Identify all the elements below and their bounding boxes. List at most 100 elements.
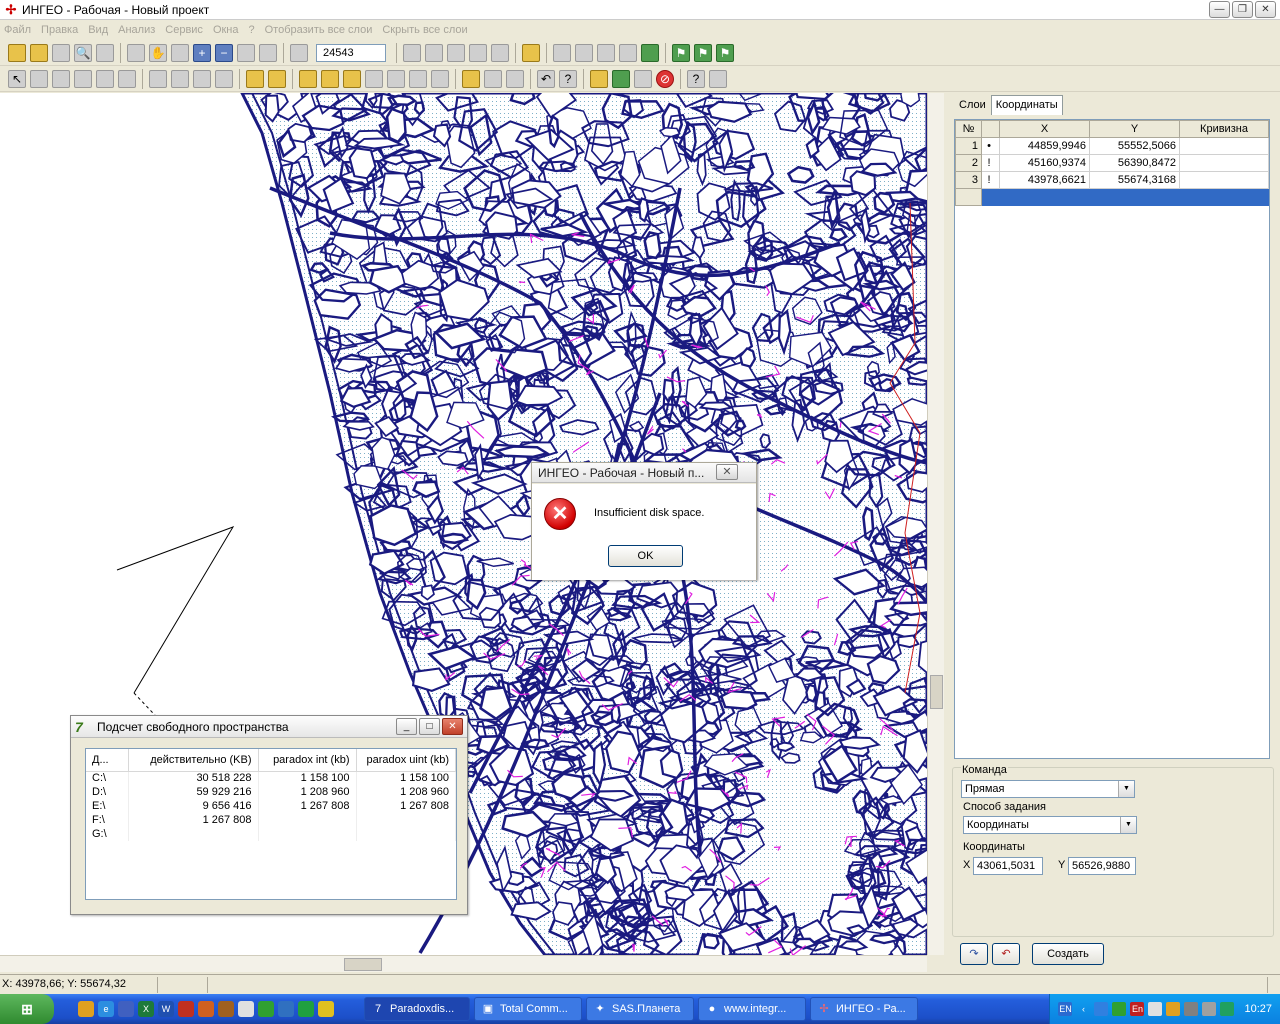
map-vertical-scrollbar[interactable] xyxy=(927,93,944,955)
tool-j-icon[interactable] xyxy=(641,43,659,62)
col-drive[interactable]: Д... xyxy=(86,749,129,772)
quicklaunch-icon[interactable] xyxy=(238,1001,254,1017)
free-space-list[interactable]: Д... действительно (KB) paradox int (kb)… xyxy=(85,748,457,900)
tab-coordinates[interactable]: Координаты xyxy=(990,95,1063,115)
select-add-icon[interactable] xyxy=(30,69,48,88)
ok-button[interactable]: OK xyxy=(608,545,683,567)
list-item[interactable]: C:\ 30 518 228 1 158 100 1 158 100 xyxy=(86,771,456,785)
undo-icon[interactable]: ↶ xyxy=(537,69,555,88)
tool-r-icon[interactable] xyxy=(365,69,383,88)
tool-z-icon[interactable] xyxy=(634,69,652,88)
tool-c-icon[interactable] xyxy=(447,43,465,62)
quicklaunch-icon[interactable] xyxy=(198,1001,214,1017)
create-button[interactable]: Создать xyxy=(1032,943,1104,965)
menu-hide-all-layers[interactable]: Скрыть все слои xyxy=(382,24,467,36)
keyboard-layout-icon[interactable]: En xyxy=(1130,1002,1145,1016)
menu-view[interactable]: Вид xyxy=(88,24,108,36)
close-button[interactable]: ✕ xyxy=(442,718,463,735)
quicklaunch-icon[interactable] xyxy=(218,1001,234,1017)
open-folder-icon[interactable] xyxy=(8,43,26,62)
tray-icon[interactable] xyxy=(1184,1002,1199,1016)
tool-e-icon[interactable] xyxy=(491,43,509,62)
tray-icon[interactable] xyxy=(1166,1002,1181,1016)
tool-s-icon[interactable] xyxy=(387,69,405,88)
start-button[interactable]: ⊞ xyxy=(0,994,54,1024)
tab-layers[interactable]: Слои xyxy=(954,95,991,115)
quicklaunch-icon[interactable] xyxy=(298,1001,314,1017)
tray-icon[interactable] xyxy=(1220,1002,1235,1016)
table-row[interactable]: 2 ! 45160,9374 56390,8472 xyxy=(955,154,1269,172)
tool-p-icon[interactable] xyxy=(321,69,339,88)
task-browser[interactable]: ● www.integr... xyxy=(698,997,806,1021)
tool-f-icon[interactable] xyxy=(553,43,571,62)
quicklaunch-icon[interactable] xyxy=(118,1001,134,1017)
col-paradox-int[interactable]: paradox int (kb) xyxy=(258,749,357,772)
quicklaunch-icon[interactable] xyxy=(78,1001,94,1017)
tray-icon[interactable] xyxy=(1112,1002,1127,1016)
search-icon[interactable]: 🔍 xyxy=(74,43,92,62)
minimize-button[interactable]: — xyxy=(1209,1,1230,18)
flag-b-icon[interactable]: ⚑ xyxy=(694,43,712,62)
stop-icon[interactable]: ⊘ xyxy=(656,69,674,88)
zoom-in-icon[interactable]: + xyxy=(193,43,211,62)
task-total-commander[interactable]: ▣ Total Comm... xyxy=(474,997,582,1021)
x-coordinate-input[interactable]: 43061,5031 xyxy=(973,857,1043,875)
map-horizontal-scrollbar[interactable] xyxy=(0,955,927,972)
method-select[interactable]: Координаты ▼ xyxy=(963,816,1137,834)
tool-h-icon[interactable] xyxy=(597,43,615,62)
tool-l-icon[interactable] xyxy=(171,69,189,88)
task-sas-planet[interactable]: ✦ SAS.Планета xyxy=(586,997,694,1021)
undo-button[interactable]: ↶ xyxy=(992,943,1020,965)
tool-w-icon[interactable] xyxy=(506,69,524,88)
task-ingeo[interactable]: ✢ ИНГЕО - Ра... xyxy=(810,997,918,1021)
tool-g-icon[interactable] xyxy=(575,43,593,62)
zoom-window-icon[interactable] xyxy=(171,43,189,62)
y-coordinate-input[interactable]: 56526,9880 xyxy=(1068,857,1136,875)
quicklaunch-icon[interactable] xyxy=(178,1001,194,1017)
menu-analysis[interactable]: Анализ xyxy=(118,24,155,36)
tool-i-icon[interactable] xyxy=(619,43,637,62)
task-paradoxdis[interactable]: 7 Paradoxdis... xyxy=(364,997,470,1021)
word-icon[interactable]: W xyxy=(158,1001,174,1017)
select-arrow-icon[interactable]: ↖ xyxy=(8,69,26,88)
speaker-icon[interactable] xyxy=(1202,1002,1217,1016)
list-item[interactable]: E:\ 9 656 416 1 267 808 1 267 808 xyxy=(86,799,456,813)
open-project-icon[interactable] xyxy=(30,43,48,62)
edit-object-icon[interactable] xyxy=(268,69,286,88)
table-row[interactable]: 3 ! 43978,6621 55674,3168 xyxy=(955,171,1269,189)
menu-help[interactable]: ? xyxy=(249,24,255,36)
scale-input[interactable] xyxy=(316,43,386,62)
flag-a-icon[interactable]: ⚑ xyxy=(672,43,690,62)
minimize-button[interactable]: _ xyxy=(396,718,417,735)
new-object-icon[interactable] xyxy=(246,69,264,88)
list-item[interactable]: G:\ xyxy=(86,827,456,841)
col-paradox-uint[interactable]: paradox uint (kb) xyxy=(356,749,456,772)
tool-b-icon[interactable] xyxy=(425,43,443,62)
redo-button[interactable]: ↷ xyxy=(960,943,988,965)
menu-edit[interactable]: Правка xyxy=(41,24,78,36)
tool-q-icon[interactable] xyxy=(343,69,361,88)
coordinates-table[interactable]: № X Y Кривизна 1 • 44859,9946 55552,5066… xyxy=(954,119,1270,759)
cursor-tool-icon[interactable] xyxy=(522,43,540,62)
tool-u-icon[interactable] xyxy=(431,69,449,88)
table-row-new[interactable] xyxy=(955,188,1269,206)
zoom-out-icon[interactable]: − xyxy=(215,43,233,62)
scale-icon[interactable] xyxy=(290,43,308,62)
tray-icon[interactable] xyxy=(1148,1002,1163,1016)
excel-icon[interactable]: X xyxy=(138,1001,154,1017)
table-row[interactable]: 1 • 44859,9946 55552,5066 xyxy=(955,137,1269,155)
help-icon[interactable]: ? xyxy=(687,69,705,88)
layers-icon[interactable] xyxy=(52,43,70,62)
select-rect-icon[interactable] xyxy=(52,69,70,88)
help-pointer-icon[interactable]: ? xyxy=(559,69,577,88)
col-actual[interactable]: действительно (KB) xyxy=(128,749,259,772)
tray-expand-icon[interactable]: ‹ xyxy=(1076,1002,1090,1016)
list-item[interactable]: F:\ 1 267 808 xyxy=(86,813,456,827)
quicklaunch-icon[interactable] xyxy=(318,1001,334,1017)
menu-file[interactable]: Файл xyxy=(4,24,31,36)
dialog-close-button[interactable]: ✕ xyxy=(716,464,738,480)
zoom-fit-icon[interactable] xyxy=(237,43,255,62)
print-icon[interactable] xyxy=(96,43,114,62)
select-poly-icon[interactable] xyxy=(96,69,114,88)
tool-d-icon[interactable] xyxy=(469,43,487,62)
